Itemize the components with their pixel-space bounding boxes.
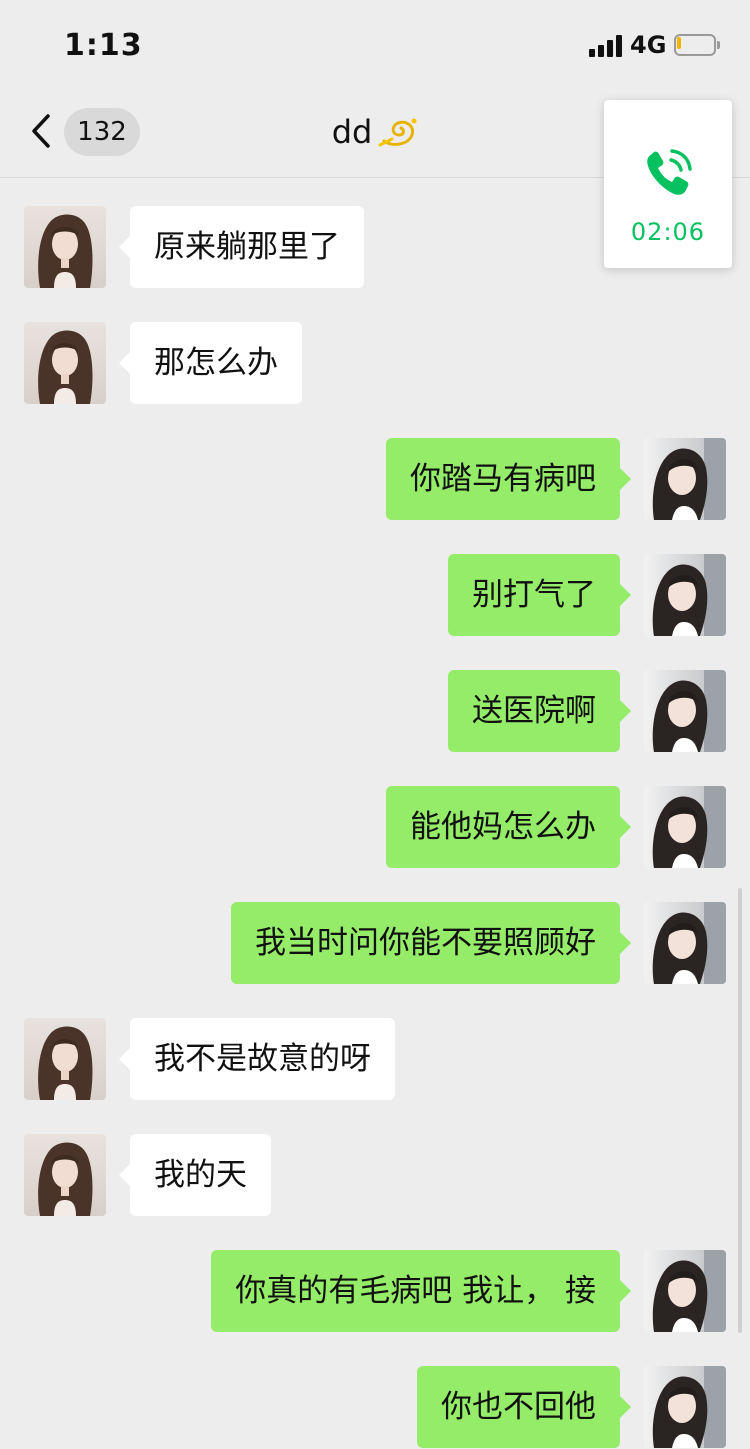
call-duration: 02:06 (630, 218, 706, 246)
my-avatar[interactable] (644, 438, 726, 520)
message-text: 我的天 (154, 1157, 247, 1193)
contact-avatar[interactable] (24, 206, 106, 288)
message-text: 送医院啊 (472, 693, 596, 729)
message-bubble[interactable]: 别打气了 (448, 554, 631, 636)
message-row: 送医院啊 (0, 670, 750, 752)
message-text: 原来躺那里了 (154, 229, 340, 265)
message-text: 别打气了 (472, 577, 596, 613)
message-row: 别打气了 (0, 554, 750, 636)
my-avatar[interactable] (644, 1366, 726, 1448)
message-text: 你也不回他 (441, 1389, 596, 1425)
phone-icon (647, 149, 692, 195)
contact-avatar[interactable] (24, 1134, 106, 1216)
contact-avatar[interactable] (24, 322, 106, 404)
message-row: 你真的有毛病吧 我让， 接 (0, 1250, 750, 1332)
message-bubble[interactable]: 我当时问你能不要照顾好 (231, 902, 631, 984)
message-bubble[interactable]: 那怎么办 (119, 322, 302, 404)
message-row: 你也不回他 (0, 1366, 750, 1448)
message-row: 那怎么办 (0, 322, 750, 404)
chat-screen: 1:13 4G 132 dd 原来躺那里了 那怎么办 你踏马有病吧 别打气了 送… (0, 0, 750, 1449)
message-row: 我当时问你能不要照顾好 (0, 902, 750, 984)
message-bubble[interactable]: 原来躺那里了 (119, 206, 364, 288)
message-text: 那怎么办 (154, 345, 278, 381)
message-row: 能他妈怎么办 (0, 786, 750, 868)
message-text: 你真的有毛病吧 我让， 接 (235, 1273, 596, 1309)
message-bubble[interactable]: 送医院啊 (448, 670, 631, 752)
message-bubble[interactable]: 能他妈怎么办 (386, 786, 631, 868)
my-avatar[interactable] (644, 670, 726, 752)
voice-call-float-window[interactable]: 02:06 (604, 100, 732, 268)
my-avatar[interactable] (644, 786, 726, 868)
message-text: 我当时问你能不要照顾好 (255, 925, 596, 961)
my-avatar[interactable] (644, 902, 726, 984)
message-bubble[interactable]: 我不是故意的呀 (119, 1018, 395, 1100)
message-bubble[interactable]: 我的天 (119, 1134, 271, 1216)
scroll-indicator[interactable] (738, 888, 742, 1333)
message-bubble[interactable]: 你真的有毛病吧 我让， 接 (211, 1250, 631, 1332)
message-text: 你踏马有病吧 (410, 461, 596, 497)
message-bubble[interactable]: 你踏马有病吧 (386, 438, 631, 520)
message-text: 能他妈怎么办 (410, 809, 596, 845)
message-row: 我的天 (0, 1134, 750, 1216)
message-row: 我不是故意的呀 (0, 1018, 750, 1100)
my-avatar[interactable] (644, 554, 726, 636)
message-text: 我不是故意的呀 (154, 1041, 371, 1077)
message-bubble[interactable]: 你也不回他 (417, 1366, 631, 1448)
message-row: 你踏马有病吧 (0, 438, 750, 520)
contact-avatar[interactable] (24, 1018, 106, 1100)
my-avatar[interactable] (644, 1250, 726, 1332)
